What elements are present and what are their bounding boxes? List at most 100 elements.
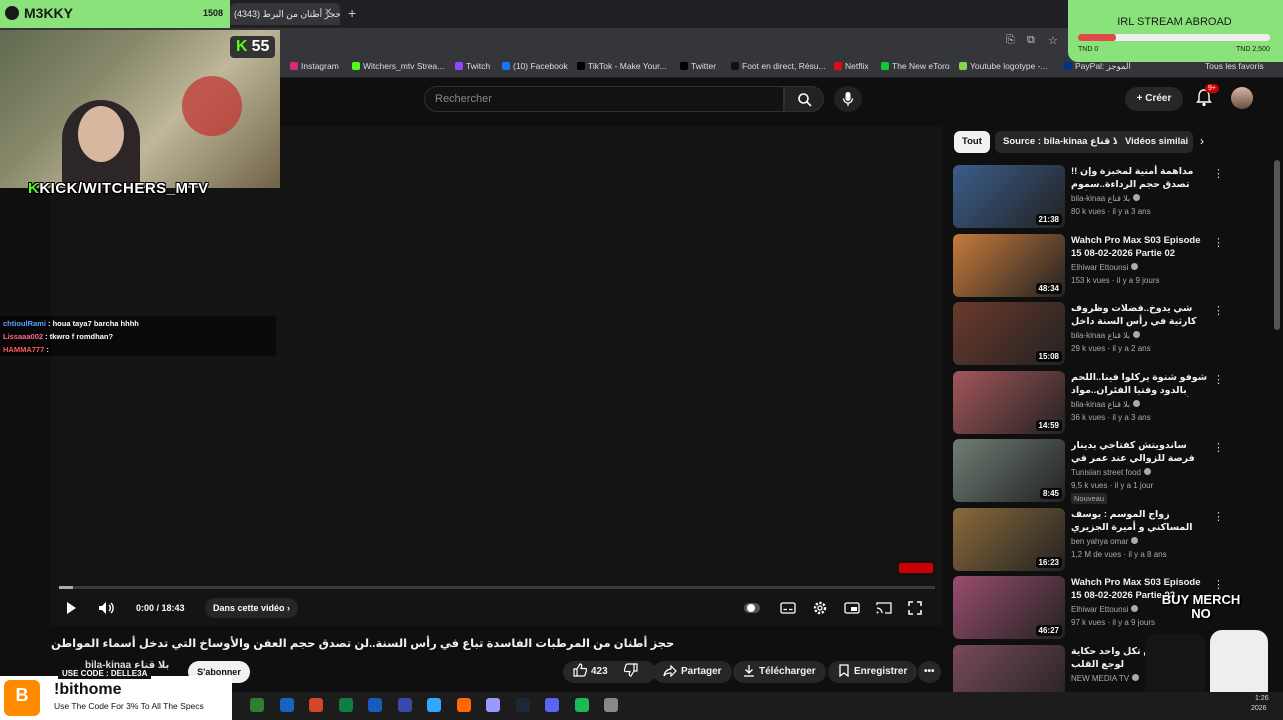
more-vertical-icon[interactable]: ⋮ <box>1213 441 1224 454</box>
video-player[interactable] <box>51 126 942 626</box>
share-icon <box>663 664 677 678</box>
chip-similar[interactable]: Vidéos similai <box>1117 131 1193 153</box>
play-button[interactable] <box>64 598 78 618</box>
recommendation-channel[interactable]: bila-kinaa بلا قناع <box>1071 399 1141 409</box>
recommendation-title[interactable]: !! مداهمة أمنية لمخبزة وإن تصدق حجم الرد… <box>1071 165 1209 191</box>
recommendation-channel[interactable]: bila-kinaa بلا قناع <box>1071 194 1141 203</box>
taskbar-app-icon[interactable] <box>250 698 264 712</box>
more-vertical-icon[interactable]: ⋮ <box>1213 167 1224 180</box>
fullscreen-button[interactable] <box>908 598 922 618</box>
kick-logo-icon: K <box>236 38 248 55</box>
taskbar-app-icon[interactable] <box>427 698 441 712</box>
recommendation-channel[interactable]: Elhiwar Ettounsi <box>1071 262 1139 272</box>
bookmark-item[interactable]: Witchers_mtv Strea... <box>352 54 444 78</box>
bookmark-item[interactable]: Foot en direct, Résu... <box>731 54 826 78</box>
translate-icon[interactable]: ⎘ <box>1006 34 1015 47</box>
cast-button[interactable] <box>876 598 892 618</box>
recommendation-thumbnail[interactable]: 16:23 <box>953 507 1065 571</box>
chevron-right-icon[interactable]: › <box>1200 134 1204 148</box>
bookmark-item[interactable]: (10) Facebook <box>502 54 568 78</box>
taskbar-app-icon[interactable] <box>397 698 412 712</box>
chip-source[interactable]: Source : bila-kinaa بلا قناع <box>995 131 1132 153</box>
taskbar-app-icon[interactable] <box>545 698 559 712</box>
bookmark-favicon-icon <box>290 62 298 70</box>
recommendation-thumbnail[interactable]: 21:38 <box>953 165 1065 228</box>
recommendation-title[interactable]: زواج الموسم : يوسف المساكني و أميرة الجز… <box>1071 508 1209 534</box>
autoplay-toggle[interactable] <box>744 598 760 618</box>
recommendation-channel[interactable]: bila-kinaa بلا قناع <box>1071 331 1141 340</box>
taskbar-app-icon[interactable] <box>338 698 353 712</box>
search-button[interactable] <box>784 86 824 112</box>
miniplayer-button[interactable] <box>844 598 860 618</box>
recommendation-thumbnail[interactable]: 14:59 <box>953 370 1065 434</box>
recommendation-channel[interactable]: Elhiwar Ettounsi <box>1071 605 1139 614</box>
recommendation-thumbnail[interactable]: 15:08 <box>953 302 1065 365</box>
taskbar-app-icon[interactable] <box>515 698 530 712</box>
recommendation-channel[interactable]: Tunisian street food <box>1071 468 1151 477</box>
new-badge: Nouveau <box>1071 493 1108 504</box>
taskbar-app-icon[interactable] <box>279 698 294 712</box>
recommendation-thumbnail[interactable]: 8:45 <box>953 439 1065 502</box>
recommendation-thumbnail[interactable]: 48:34 <box>953 233 1065 297</box>
recommendation-item[interactable]: 15:08 شي يدوخ..فضلات وظروف كارثية في رأس … <box>953 302 1225 368</box>
taskbar-app-icon[interactable] <box>604 698 618 712</box>
scrollbar[interactable] <box>1274 160 1280 330</box>
taskbar-app-icon[interactable] <box>456 698 471 712</box>
recommendation-channel-text: bila-kinaa بلا قناع <box>1071 331 1131 340</box>
more-vertical-icon[interactable]: ⋮ <box>1213 304 1224 317</box>
more-vertical-icon[interactable]: ⋮ <box>1213 578 1224 591</box>
promo-code: USE CODE : DELLE3A <box>58 668 152 679</box>
voice-search-button[interactable] <box>834 86 862 112</box>
more-vertical-icon[interactable]: ⋮ <box>1213 236 1224 249</box>
recommendation-channel[interactable]: NEW MEDIA TV <box>1071 673 1140 683</box>
recommendation-title[interactable]: Wahch Pro Max S03 Episode 15 08-02-2026 … <box>1071 234 1209 260</box>
volume-button[interactable] <box>98 598 116 618</box>
bookmark-item[interactable]: TikTok - Make Your... <box>577 54 667 78</box>
create-button[interactable]: + Créer <box>1125 87 1183 111</box>
taskbar-app-icon[interactable] <box>574 698 589 712</box>
chip-all[interactable]: Tout <box>954 131 990 153</box>
recommendation-title[interactable]: ساندويتش كفتاجي بدينار فرصة للزوالي عند … <box>1071 439 1209 465</box>
dislike-button[interactable] <box>624 663 642 677</box>
bookmark-item[interactable]: Twitch <box>455 54 490 78</box>
recommendation-thumbnail[interactable]: 46:27 <box>953 576 1065 639</box>
recommendation-channel[interactable]: ben yahya omar <box>1071 536 1139 546</box>
profile-avatar[interactable] <box>1231 87 1253 109</box>
recommendation-title[interactable]: شي يدوخ..فضلات وظروف كارثية في رأس السنة… <box>1071 302 1209 328</box>
taskbar-app-icon[interactable] <box>309 698 323 712</box>
subtitles-button[interactable] <box>780 598 796 618</box>
bookmark-item[interactable]: Youtube logotype -... <box>959 54 1048 78</box>
tab-close-icon[interactable]: ✕ <box>324 7 332 18</box>
recommendation-title[interactable]: شوفو شنوة يركلوا فينا..اللحم بالدود وفتي… <box>1071 371 1209 397</box>
download-button[interactable]: Télécharger <box>733 661 826 683</box>
progress-bar[interactable] <box>59 586 935 589</box>
recommendation-item[interactable]: 48:34 Wahch Pro Max S03 Episode 15 08-02-… <box>953 233 1225 300</box>
streamer-name: M3KKY <box>24 5 74 21</box>
bookmark-item[interactable]: Netflix <box>834 54 869 78</box>
recommendation-channel-text: ben yahya omar <box>1071 536 1129 546</box>
more-actions-button[interactable]: ••• <box>918 661 941 683</box>
star-icon[interactable]: ☆ <box>1048 34 1058 47</box>
install-icon[interactable]: ⧉ <box>1027 34 1035 47</box>
bookmark-favicon-icon <box>1064 62 1072 70</box>
save-button[interactable]: Enregistrer <box>828 661 918 683</box>
bookmark-item[interactable]: Twitter <box>680 54 716 78</box>
recommendation-item[interactable]: 16:23 زواج الموسم : يوسف المساكني و أميرة… <box>953 507 1225 574</box>
kick-viewer-count: K 55 <box>230 36 276 58</box>
share-button[interactable]: Partager <box>653 661 732 683</box>
search-input[interactable]: Rechercher <box>424 86 784 112</box>
recommendation-item[interactable]: 21:38 !! مداهمة أمنية لمخبزة وإن تصدق حجم… <box>953 165 1225 231</box>
bookmark-item[interactable]: Instagram <box>290 54 339 78</box>
bookmark-item[interactable]: The New eToro <box>881 54 950 78</box>
new-tab-icon[interactable]: + <box>348 5 356 21</box>
recommendation-item[interactable]: 8:45 ساندويتش كفتاجي بدينار فرصة للزوالي … <box>953 439 1225 505</box>
more-vertical-icon[interactable]: ⋮ <box>1213 510 1224 523</box>
settings-button[interactable] <box>812 598 828 618</box>
recommendation-item[interactable]: 14:59 شوفو شنوة يركلوا فينا..اللحم بالدود… <box>953 370 1225 437</box>
thumbs-up-icon <box>573 663 588 677</box>
taskbar-app-icon[interactable] <box>368 698 382 712</box>
like-button[interactable]: 423 <box>573 663 608 677</box>
more-vertical-icon[interactable]: ⋮ <box>1213 373 1224 386</box>
taskbar-app-icon[interactable] <box>486 698 500 712</box>
chapter-button[interactable]: Dans cette vidéo › <box>205 598 299 618</box>
